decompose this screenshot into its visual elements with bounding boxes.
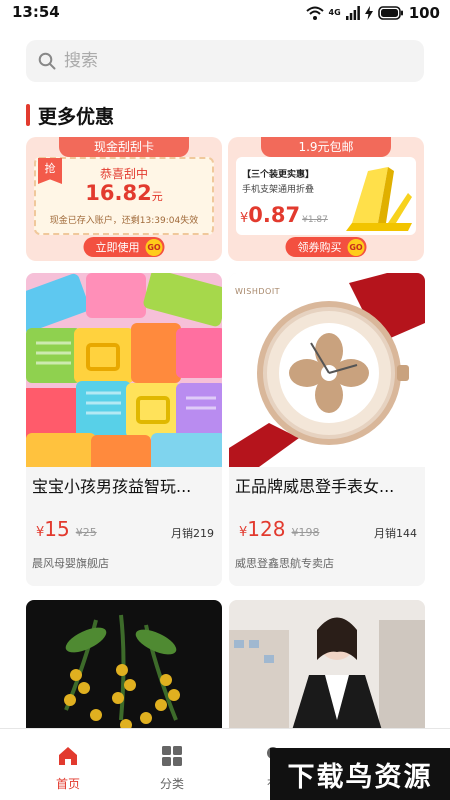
battery-level: 100 bbox=[408, 4, 440, 22]
go-badge: GO bbox=[145, 238, 163, 256]
product-image-orchid bbox=[26, 600, 222, 740]
status-time: 13:54 bbox=[12, 3, 60, 21]
wifi-icon bbox=[305, 6, 324, 20]
search-bar[interactable] bbox=[26, 40, 424, 82]
use-now-button[interactable]: 立即使用 GO bbox=[83, 237, 165, 257]
promo-item-price: ¥0.87 ¥1.87 bbox=[240, 203, 328, 227]
promo-item-title: 手机支架通用折叠 bbox=[242, 185, 315, 195]
scratch-amount: 16.82元 bbox=[26, 181, 222, 205]
nav-label-home: 首页 bbox=[55, 777, 80, 791]
section-accent-bar bbox=[26, 104, 30, 126]
signal-icon bbox=[345, 6, 360, 20]
charging-icon bbox=[364, 6, 373, 20]
price-value: 128 bbox=[247, 517, 286, 541]
watermark-logo: 下载鸟资源 bbox=[270, 748, 450, 800]
search-input[interactable] bbox=[64, 51, 384, 71]
product-price: ¥128 ¥198 bbox=[239, 517, 319, 541]
app-screen: 13:54 4G 100 搜索 更多优惠 现金刮刮卡 抢 恭喜刮中 16.82元… bbox=[0, 0, 450, 800]
promo-header: 现金刮刮卡 bbox=[59, 137, 189, 157]
product-image-watch: WISHDOIT bbox=[229, 273, 425, 467]
home-icon bbox=[59, 747, 77, 765]
battery-icon bbox=[377, 6, 403, 20]
nav-label-category: 分类 bbox=[159, 777, 184, 791]
shop-name[interactable]: 晨风母婴旗舰店 bbox=[32, 555, 109, 571]
promo-scratch-card[interactable]: 现金刮刮卡 抢 恭喜刮中 16.82元 现金已存入账户，还剩13:39:04失效… bbox=[26, 137, 222, 261]
claim-coupon-button[interactable]: 领券购买 GO bbox=[285, 237, 367, 257]
scratch-congrats: 恭喜刮中 bbox=[99, 167, 148, 181]
section-title: 更多优惠 bbox=[38, 105, 115, 128]
price-original: ¥25 bbox=[75, 526, 97, 539]
shop-name[interactable]: 威思登鑫思航专卖店 bbox=[235, 555, 334, 571]
promo-free-shipping[interactable]: 1.9元包邮 【三个装更实惠】 手机支架通用折叠 ¥0.87 ¥1.87 领券购买… bbox=[228, 137, 424, 261]
nav-tab-category[interactable]: 分类 bbox=[142, 745, 202, 792]
promo-price-value: 0.87 bbox=[248, 203, 301, 227]
scratch-expiry-note: 现金已存入账户，还剩13:39:04失效 bbox=[49, 216, 199, 226]
search-icon bbox=[38, 52, 56, 70]
go-badge: GO bbox=[347, 238, 365, 256]
monthly-sales: 月销219 bbox=[171, 527, 214, 540]
product-image-toy-bolts bbox=[26, 273, 222, 467]
network-type: 4G bbox=[328, 8, 341, 17]
product-image-blazer bbox=[229, 600, 425, 740]
product-card[interactable] bbox=[229, 600, 425, 740]
status-icons: 4G 100 bbox=[305, 3, 440, 23]
product-name: 宝宝小孩男孩益智玩... bbox=[32, 477, 192, 496]
promo-header: 1.9元包邮 bbox=[261, 137, 391, 157]
promo-item-tag: 【三个装更实惠】 bbox=[242, 170, 315, 180]
product-card[interactable]: WISHDOIT 正品牌威思登手表女... ¥128 ¥198 月销144 威思登… bbox=[229, 273, 425, 586]
claim-coupon-label: 领券购买 bbox=[297, 241, 342, 254]
scratch-amount-value: 16.82 bbox=[85, 181, 152, 205]
product-name: 正品牌威思登手表女... bbox=[235, 477, 395, 496]
scratch-amount-unit: 元 bbox=[151, 190, 163, 203]
monthly-sales: 月销144 bbox=[374, 527, 417, 540]
watch-brand-logo: WISHDOIT bbox=[235, 287, 281, 296]
promo-price-original: ¥1.87 bbox=[302, 215, 328, 225]
product-price: ¥15 ¥25 bbox=[36, 517, 97, 541]
price-value: 15 bbox=[44, 517, 70, 541]
product-card[interactable] bbox=[26, 600, 222, 740]
grid-icon bbox=[162, 746, 182, 766]
product-card[interactable]: 宝宝小孩男孩益智玩... ¥15 ¥25 月销219 晨风母婴旗舰店 bbox=[26, 273, 222, 586]
phone-stand-image bbox=[346, 167, 412, 231]
price-original: ¥198 bbox=[291, 526, 320, 539]
nav-tab-home[interactable]: 首页 bbox=[38, 745, 98, 792]
use-now-label: 立即使用 bbox=[95, 241, 140, 254]
section-header: 更多优惠 bbox=[26, 103, 115, 128]
status-bar: 13:54 4G 100 bbox=[0, 0, 450, 26]
